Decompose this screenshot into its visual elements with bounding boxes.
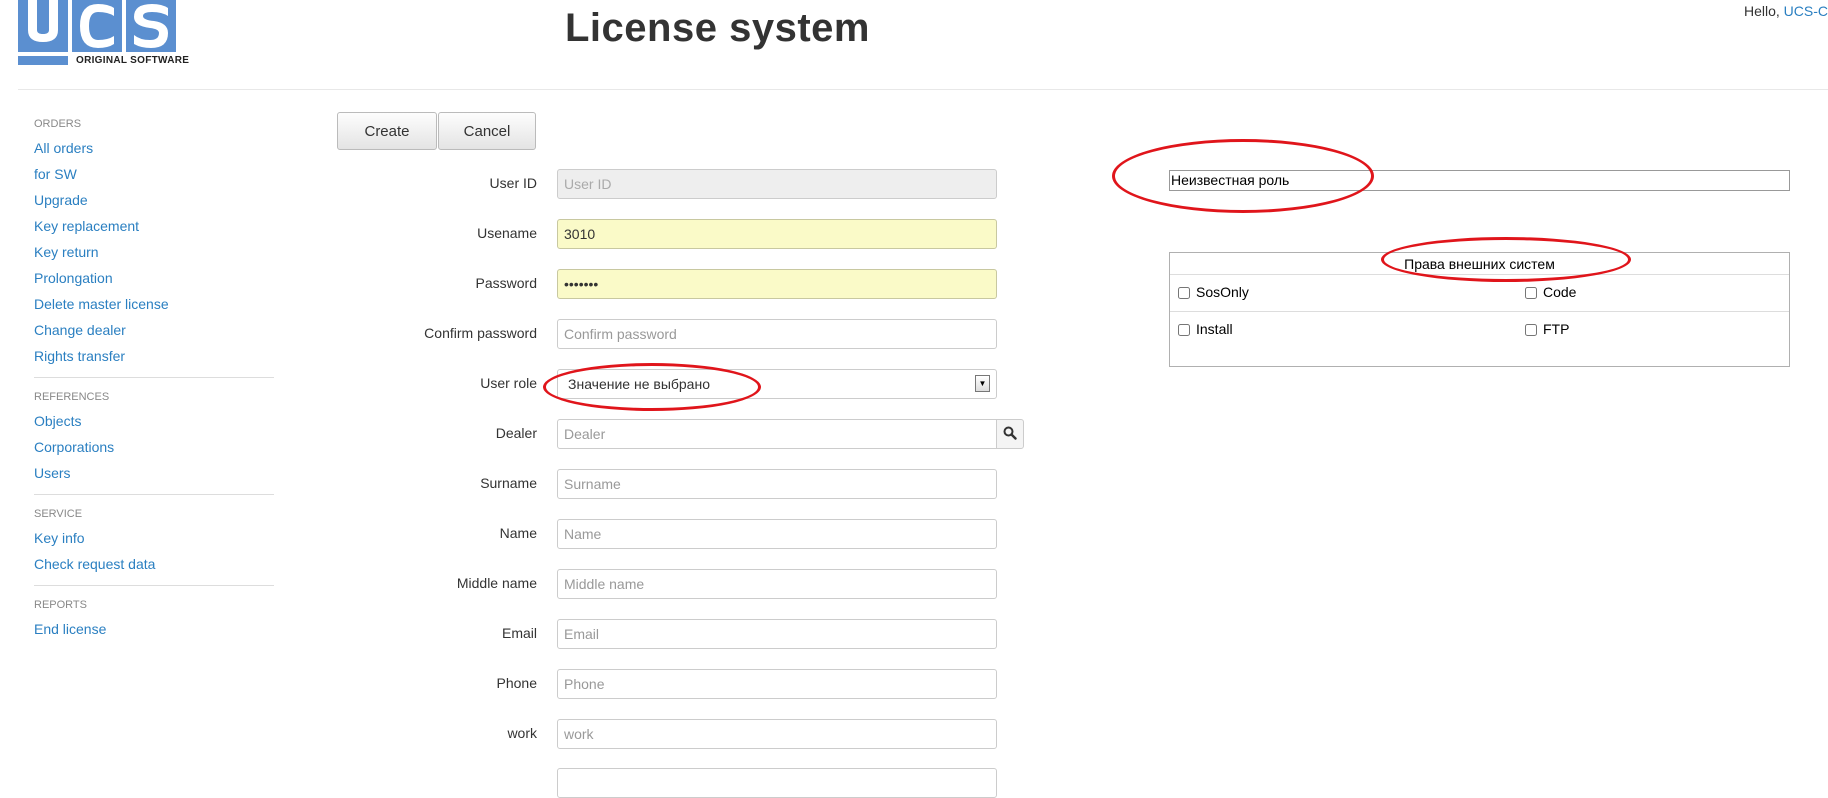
ftp-checkbox[interactable] <box>1525 324 1537 336</box>
name-field[interactable] <box>557 519 997 549</box>
sidebar-group-references: REFERENCES Objects Corporations Users <box>34 390 274 482</box>
phone-label: Phone <box>496 675 537 691</box>
sidebar-item-check-request-data[interactable]: Check request data <box>34 555 274 573</box>
sidebar-item-corporations[interactable]: Corporations <box>34 438 274 456</box>
email-label: Email <box>501 625 537 641</box>
sidebar-group-service: SERVICE Key info Check request data <box>34 507 274 573</box>
sidebar-group-reports: REPORTS End license <box>34 598 274 638</box>
dealer-field[interactable] <box>557 419 997 449</box>
sidebar-item-for-sw[interactable]: for SW <box>34 165 274 183</box>
surname-label: Surname <box>480 475 537 491</box>
user-id-label: User ID <box>489 175 537 191</box>
role-display-box: Неизвестная роль <box>1169 170 1790 191</box>
work-field[interactable] <box>557 719 997 749</box>
sidebar-item-all-orders[interactable]: All orders <box>34 139 274 157</box>
logo-tagline: ORIGINAL SOFTWARE <box>76 55 190 66</box>
sidebar-heading-service: SERVICE <box>34 508 83 520</box>
confirm-password-label: Confirm password <box>424 325 537 341</box>
create-button[interactable]: Create <box>337 112 437 150</box>
search-icon <box>1003 426 1017 440</box>
greeting-text: Hello, <box>1743 3 1784 19</box>
current-user-link[interactable]: UCS-C <box>1784 3 1828 19</box>
sidebar-divider <box>34 377 274 378</box>
rights-panel-title: Права внешних систем <box>1404 256 1555 272</box>
sidebar-item-end-license[interactable]: End license <box>34 620 274 638</box>
sidebar-item-users[interactable]: Users <box>34 464 274 482</box>
sidebar-heading-reports: REPORTS <box>34 599 87 611</box>
cancel-button[interactable]: Cancel <box>438 112 536 150</box>
role-text: Неизвестная роль <box>1171 172 1290 188</box>
sidebar-item-change-dealer[interactable]: Change dealer <box>34 321 274 339</box>
sidebar-item-key-replacement[interactable]: Key replacement <box>34 217 274 235</box>
sidebar-group-orders: ORDERS All orders for SW Upgrade Key rep… <box>34 117 274 365</box>
install-label: Install <box>1196 321 1233 337</box>
password-field[interactable] <box>557 269 997 299</box>
user-id-field <box>557 169 997 199</box>
header-divider <box>18 89 1828 90</box>
sidebar-item-key-return[interactable]: Key return <box>34 243 274 261</box>
email-field[interactable] <box>557 619 997 649</box>
ftp-label: FTP <box>1543 321 1570 337</box>
rights-divider <box>1170 274 1789 275</box>
phone-field[interactable] <box>557 669 997 699</box>
rights-divider <box>1170 311 1789 312</box>
username-label: Usename <box>477 225 537 241</box>
sidebar-item-prolongation[interactable]: Prolongation <box>34 269 274 287</box>
user-role-select[interactable]: Значение не выбрано ▼ <box>557 369 997 399</box>
password-label: Password <box>475 275 537 291</box>
work-label: work <box>507 725 537 741</box>
middle-name-field[interactable] <box>557 569 997 599</box>
middle-name-label: Middle name <box>456 575 537 591</box>
external-systems-rights-panel: Права внешних систем SosOnly Code Instal… <box>1169 252 1790 367</box>
code-label: Code <box>1543 284 1577 300</box>
sidebar-heading-references: REFERENCES <box>34 391 110 403</box>
sidebar-nav: ORDERS All orders for SW Upgrade Key rep… <box>34 117 274 646</box>
sidebar-item-rights-transfer[interactable]: Rights transfer <box>34 347 274 365</box>
chevron-down-icon[interactable]: ▼ <box>975 375 990 392</box>
name-label: Name <box>499 525 537 541</box>
ucs-logo[interactable]: ORIGINAL SOFTWARE <box>18 0 191 70</box>
sosonly-checkbox[interactable] <box>1178 287 1190 299</box>
sidebar-item-objects[interactable]: Objects <box>34 412 274 430</box>
next-field-partial[interactable] <box>557 768 997 798</box>
sidebar-heading-orders: ORDERS <box>34 118 82 130</box>
sidebar-divider <box>34 494 274 495</box>
dealer-label: Dealer <box>495 425 537 441</box>
dealer-search-button[interactable] <box>996 419 1024 449</box>
user-role-label: User role <box>480 375 537 391</box>
username-field[interactable] <box>557 219 997 249</box>
page-title: License system <box>565 6 870 50</box>
user-role-selected-value: Значение не выбрано <box>568 376 710 392</box>
confirm-password-field[interactable] <box>557 319 997 349</box>
surname-field[interactable] <box>557 469 997 499</box>
install-checkbox[interactable] <box>1178 324 1190 336</box>
sidebar-item-key-info[interactable]: Key info <box>34 529 274 547</box>
sidebar-divider <box>34 585 274 586</box>
sosonly-label: SosOnly <box>1196 284 1249 300</box>
sidebar-item-upgrade[interactable]: Upgrade <box>34 191 274 209</box>
sidebar-item-delete-master-license[interactable]: Delete master license <box>34 295 274 313</box>
user-greeting: Hello, UCS-C <box>1744 3 1828 19</box>
code-checkbox[interactable] <box>1525 287 1537 299</box>
